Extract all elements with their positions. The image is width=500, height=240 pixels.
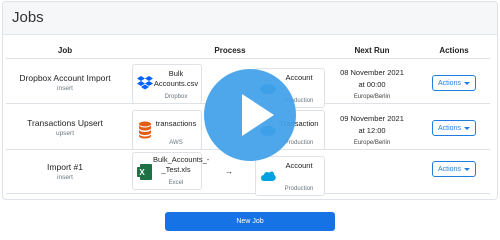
job-operation: insert: [57, 85, 73, 92]
source-card[interactable]: transactions AWS: [132, 110, 202, 150]
target-title: Account: [285, 161, 313, 170]
card-header: [3, 2, 497, 35]
excel-icon: X: [137, 164, 152, 180]
caret-down-icon: [463, 81, 470, 85]
actions-dropdown-button[interactable]: Actions: [432, 120, 476, 136]
actions-dropdown-button[interactable]: Actions: [432, 75, 476, 91]
arrow-right-icon: →: [225, 167, 233, 176]
play-button[interactable]: [204, 69, 296, 161]
source-card[interactable]: X Bulk_Accounts_-_Test.xls Excel: [132, 152, 210, 190]
next-run: 09 November 2021 at 12:00 Europe/Berlin: [334, 113, 410, 149]
next-run-timezone: Europe/Berlin: [353, 94, 391, 100]
source-title: transactions: [155, 119, 197, 128]
source-title: Bulk_Accounts_-_Test.xls: [153, 155, 210, 174]
next-run-date: 09 November 2021: [340, 114, 404, 123]
next-run-date: 08 November 2021: [340, 68, 404, 77]
job-name: Dropbox Account Import: [19, 73, 111, 83]
target-subtitle: Production: [284, 186, 314, 192]
job-operation: upsert: [55, 130, 75, 137]
caret-down-icon: [463, 126, 470, 130]
actions-label: Actions: [438, 165, 461, 173]
job-operation: insert: [57, 174, 73, 181]
caret-down-icon: [463, 167, 470, 171]
column-header-actions: Actions: [439, 46, 469, 55]
next-run-time: at 12:00: [358, 126, 386, 135]
card-title: Jobs: [12, 9, 44, 26]
job-name: Import #1: [47, 162, 83, 172]
actions-label: Actions: [438, 79, 461, 87]
next-run-timezone: Europe/Berlin: [353, 140, 391, 146]
actions-dropdown-button[interactable]: Actions: [432, 161, 476, 177]
next-run-time: at 00:00: [358, 80, 386, 89]
source-subtitle: Excel: [168, 180, 184, 186]
svg-text:X: X: [139, 168, 145, 177]
column-header-job: Job: [57, 46, 73, 55]
target-title: Account: [285, 73, 313, 82]
source-subtitle: Dropbox: [164, 94, 188, 100]
source-title: Bulk Accounts.csv: [153, 69, 199, 88]
job-name: Transactions Upsert: [27, 118, 103, 128]
database-icon: [139, 121, 151, 139]
divider: [6, 58, 490, 59]
play-icon: [242, 94, 274, 136]
dropbox-icon: [137, 76, 153, 90]
source-subtitle: AWS: [169, 140, 183, 146]
column-header-next-run: Next Run: [354, 46, 390, 55]
salesforce-icon: [261, 171, 276, 181]
actions-label: Actions: [438, 124, 461, 132]
target-card[interactable]: Account Production: [255, 156, 325, 196]
column-header-process: Process: [214, 46, 246, 55]
source-card[interactable]: Bulk Accounts.csv Dropbox: [132, 64, 202, 104]
new-job-button[interactable]: New Job: [165, 212, 335, 231]
divider: [6, 193, 490, 194]
next-run: 08 November 2021 at 00:00 Europe/Berlin: [334, 67, 410, 103]
